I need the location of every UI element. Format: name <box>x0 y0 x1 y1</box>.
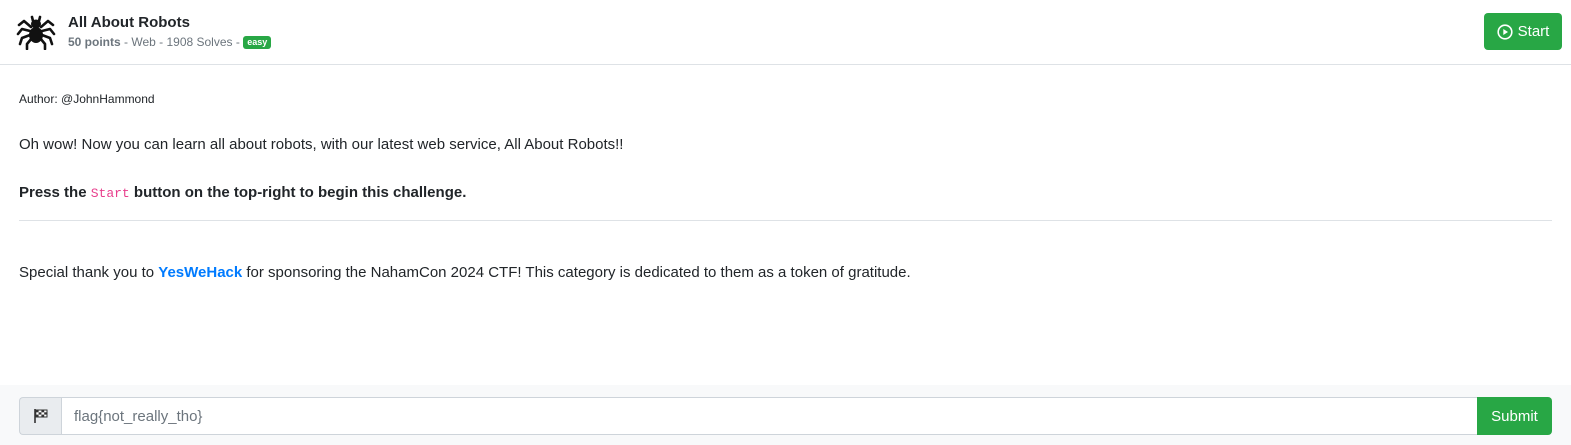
challenge-description: Oh wow! Now you can learn all about robo… <box>19 136 624 153</box>
start-button[interactable]: Start <box>1484 13 1562 50</box>
thanks-text-before: Special thank you to <box>19 264 159 281</box>
flag-input[interactable] <box>61 397 1477 435</box>
instruction-text-after: button on the top-right to begin this ch… <box>129 184 467 201</box>
challenge-meta: 50 points - Web - 1908 Solves - easy <box>68 35 272 49</box>
instruction-text-before: Press the <box>19 184 91 201</box>
start-instruction: Press the Start button on the top-right … <box>19 184 466 201</box>
spider-icon <box>16 10 56 51</box>
content-divider <box>19 220 1552 221</box>
sponsor-thanks: Special thank you to YesWeHack for spons… <box>19 264 911 281</box>
challenge-meta-text: - Web - 1908 Solves - <box>120 35 244 49</box>
play-circle-icon <box>1497 23 1513 40</box>
difficulty-badge: easy <box>243 36 272 49</box>
yeswehack-link[interactable]: YesWeHack <box>158 264 242 281</box>
challenge-points: 50 points <box>68 35 121 49</box>
start-button-label: Start <box>1517 23 1550 40</box>
inline-code-start: Start <box>90 186 130 201</box>
flag-checkered-icon <box>19 397 61 435</box>
challenge-header: All About Robots 50 points - Web - 1908 … <box>0 0 1571 65</box>
challenge-title: All About Robots <box>68 14 190 31</box>
flag-submit-form: Submit <box>19 397 1552 435</box>
challenge-author: Author: @JohnHammond <box>19 92 155 106</box>
submit-button[interactable]: Submit <box>1477 397 1552 435</box>
thanks-text-after: for sponsoring the NahamCon 2024 CTF! Th… <box>242 264 911 281</box>
